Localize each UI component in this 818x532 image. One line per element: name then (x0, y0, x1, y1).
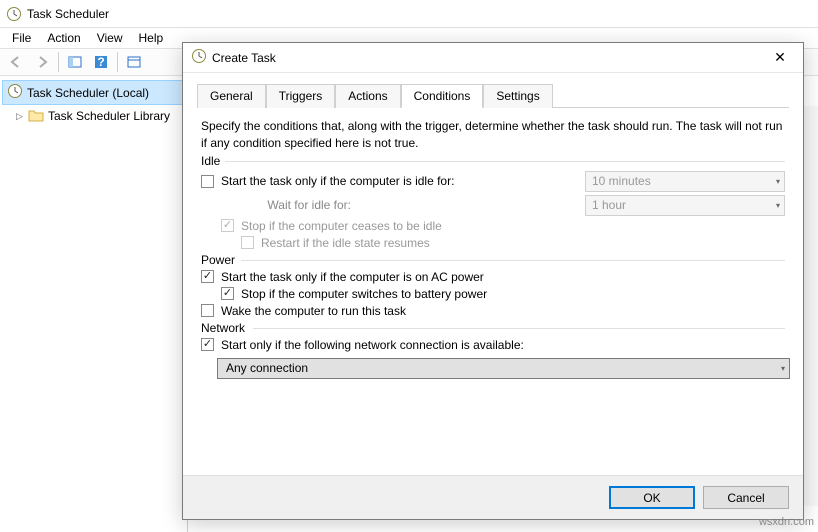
sidebar-tree: Task Scheduler (Local) ▷ Task Scheduler … (0, 76, 188, 532)
watermark: wsxdn.com (759, 516, 814, 528)
restart-if-resumes-label: Restart if the idle state resumes (261, 236, 785, 250)
tree-child-node[interactable]: ▷ Task Scheduler Library (2, 107, 185, 125)
network-connection-combo[interactable]: Any connection ▾ (217, 358, 790, 379)
ac-power-label: Start the task only if the computer is o… (221, 270, 785, 284)
svg-text:?: ? (97, 55, 104, 69)
create-task-dialog: Create Task ✕ General Triggers Actions C… (182, 42, 804, 520)
idle-duration-combo: 10 minutes ▾ (585, 171, 785, 192)
power-group-label: Power (201, 253, 785, 267)
tab-settings[interactable]: Settings (483, 84, 552, 108)
tab-general[interactable]: General (197, 84, 266, 108)
main-titlebar: Task Scheduler (0, 0, 818, 28)
wait-for-idle-label: Wait for idle for: (221, 198, 351, 212)
stop-if-ceases-checkbox (221, 219, 234, 232)
properties-button[interactable] (122, 50, 146, 74)
forward-button (30, 50, 54, 74)
tree-root-node[interactable]: Task Scheduler (Local) (2, 80, 185, 105)
scheduler-app-icon (6, 6, 22, 22)
idle-duration-value: 10 minutes (592, 174, 776, 188)
restart-if-resumes-checkbox (241, 236, 254, 249)
network-connection-value: Any connection (226, 361, 781, 375)
stop-on-battery-checkbox[interactable] (221, 287, 234, 300)
dialog-icon (191, 48, 207, 67)
main-title: Task Scheduler (27, 7, 109, 21)
stop-if-ceases-label: Stop if the computer ceases to be idle (241, 219, 785, 233)
tab-strip: General Triggers Actions Conditions Sett… (197, 83, 789, 108)
menu-file[interactable]: File (4, 29, 39, 47)
wake-computer-label: Wake the computer to run this task (221, 304, 785, 318)
menu-action[interactable]: Action (39, 29, 88, 47)
expand-icon[interactable]: ▷ (16, 111, 26, 122)
stop-on-battery-label: Stop if the computer switches to battery… (241, 287, 785, 301)
chevron-down-icon: ▾ (776, 201, 780, 210)
actions-pane-edge (802, 106, 818, 506)
network-available-label: Start only if the following network conn… (221, 338, 785, 352)
back-button (4, 50, 28, 74)
folder-icon (28, 109, 44, 123)
chevron-down-icon: ▾ (781, 364, 785, 373)
start-if-idle-checkbox[interactable] (201, 175, 214, 188)
tab-conditions[interactable]: Conditions (401, 84, 484, 108)
toolbar-separator (58, 52, 59, 72)
tab-actions[interactable]: Actions (335, 84, 400, 108)
wait-duration-combo: 1 hour ▾ (585, 195, 785, 216)
wake-computer-checkbox[interactable] (201, 304, 214, 317)
idle-group-label: Idle (201, 154, 785, 168)
tree-child-label: Task Scheduler Library (48, 109, 170, 123)
scheduler-icon (7, 83, 23, 102)
network-group-label: Network (201, 321, 785, 335)
dialog-body: General Triggers Actions Conditions Sett… (183, 73, 803, 475)
tree-root-label: Task Scheduler (Local) (27, 86, 149, 100)
dialog-title-text: Create Task (212, 51, 276, 65)
toolbar-separator (117, 52, 118, 72)
network-available-checkbox[interactable] (201, 338, 214, 351)
cancel-button[interactable]: Cancel (703, 486, 789, 509)
wait-duration-value: 1 hour (592, 198, 776, 212)
tab-triggers[interactable]: Triggers (266, 84, 336, 108)
dialog-footer: OK Cancel (183, 475, 803, 519)
show-hide-tree-button[interactable] (63, 50, 87, 74)
menu-view[interactable]: View (89, 29, 131, 47)
start-if-idle-label: Start the task only if the computer is i… (221, 174, 585, 188)
close-button[interactable]: ✕ (765, 44, 795, 72)
conditions-panel: Specify the conditions that, along with … (197, 108, 789, 469)
menu-help[interactable]: Help (131, 29, 172, 47)
help-button[interactable]: ? (89, 50, 113, 74)
conditions-description: Specify the conditions that, along with … (201, 118, 785, 152)
chevron-down-icon: ▾ (776, 177, 780, 186)
dialog-titlebar[interactable]: Create Task ✕ (183, 43, 803, 73)
ok-button[interactable]: OK (609, 486, 695, 509)
ac-power-checkbox[interactable] (201, 270, 214, 283)
